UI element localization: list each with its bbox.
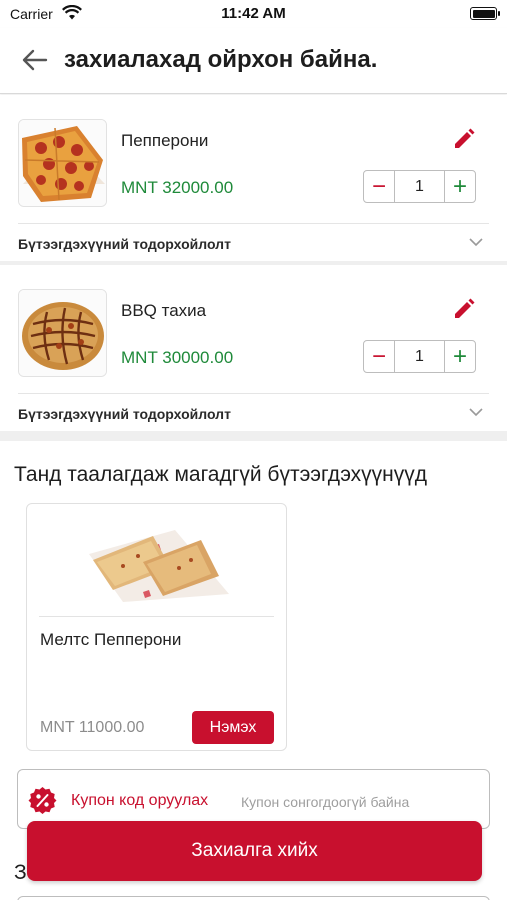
cart-item: BBQ тахиа MNT 30000.00 − 1 + Бүтээгдэхүү… [0,265,507,431]
product-price: MNT 30000.00 [121,348,234,367]
product-price: MNT 11000.00 [40,719,145,736]
divider [18,393,489,394]
product-image [18,119,107,207]
quantity-value: 1 [415,348,424,365]
back-arrow-icon[interactable] [20,47,50,73]
chevron-down-icon[interactable] [468,234,484,250]
increase-quantity-button[interactable]: + [444,171,475,202]
status-bar: Carrier 11:42 AM [0,0,507,28]
product-description-toggle[interactable]: Бүтээгдэхүүний тодорхойлолт [18,406,231,422]
percent-icon [28,787,57,814]
product-price: MNT 32000.00 [121,178,234,197]
page-title: захиалахад ойрхон байна. [64,46,378,73]
edit-pencil-icon[interactable] [452,297,476,321]
place-order-button[interactable]: Захиалга хийх [27,821,482,881]
coupon-status: Купон сонгогдоогүй байна [241,794,410,810]
quantity-stepper: − 1 + [363,340,476,373]
app-header: захиалахад ойрхон байна. [0,28,507,94]
decrease-quantity-button[interactable]: − [364,171,395,202]
quantity-value: 1 [415,178,424,195]
product-image [89,530,229,602]
section-gap [0,431,507,441]
product-description-toggle[interactable]: Бүтээгдэхүүний тодорхойлолт [18,236,231,252]
cart-item: Пепперони MNT 32000.00 − 1 + Бүтээгдэхүү… [0,95,507,261]
product-image [18,289,107,377]
divider [18,223,489,224]
next-section-heading: З [14,861,27,884]
battery-icon [470,7,500,20]
quantity-stepper: − 1 + [363,170,476,203]
clock: 11:42 AM [221,5,286,22]
product-name: BBQ тахиа [121,301,207,320]
add-to-cart-button[interactable]: Нэмэх [192,711,274,744]
product-name: Пепперони [121,131,209,150]
divider [39,616,274,617]
coupon-label: Купон код оруулах [71,792,209,809]
next-section-field [17,896,490,900]
product-name: Мелтс Пепперони [40,630,182,649]
coupon-field[interactable]: Купон код оруулах Купон сонгогдоогүй бай… [17,769,490,829]
recommendations-heading: Танд таалагдаж магадгүй бүтээгдэхүүнүүд [14,463,428,486]
increase-quantity-button[interactable]: + [444,341,475,372]
recommended-product-card[interactable]: Мелтс Пепперони MNT 11000.00 Нэмэх [26,503,287,751]
decrease-quantity-button[interactable]: − [364,341,395,372]
chevron-down-icon[interactable] [468,404,484,420]
edit-pencil-icon[interactable] [452,127,476,151]
